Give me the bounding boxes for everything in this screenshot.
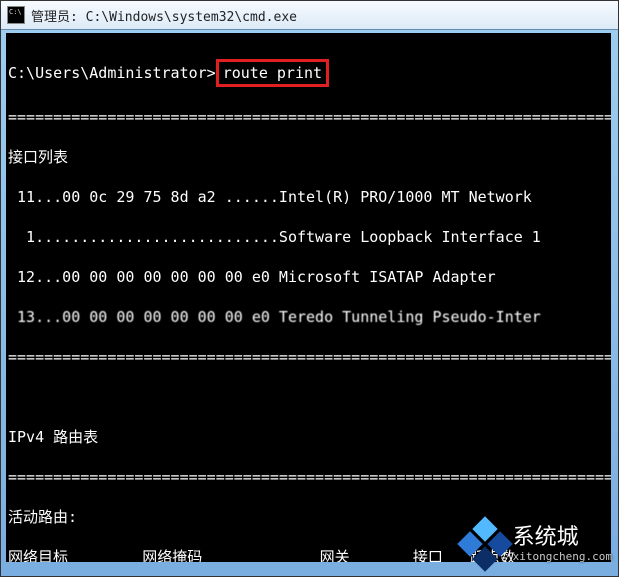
route-headers: 网络目标 网络掩码 网关 接口 跃点数 (8, 547, 611, 562)
interface-row: 11...00 0c 29 75 8d a2 ......Intel(R) PR… (8, 187, 611, 207)
interface-row: 12...00 00 00 00 00 00 00 e0 Microsoft I… (8, 267, 611, 287)
separator: ========================================… (8, 107, 611, 127)
cmd-icon (7, 6, 25, 24)
active-routes-title: 活动路由: (8, 507, 611, 527)
separator: ========================================… (8, 467, 611, 487)
blank-line (8, 387, 611, 407)
title-bar[interactable]: 管理员: C:\Windows\system32\cmd.exe (1, 1, 618, 30)
window-frame: 管理员: C:\Windows\system32\cmd.exe C:\User… (0, 0, 619, 577)
ipv4-title: IPv4 路由表 (8, 427, 611, 447)
interface-list-title: 接口列表 (8, 147, 611, 167)
command-highlight: route print (216, 59, 329, 87)
interface-row: 1...........................Software Loo… (8, 227, 611, 247)
interface-row: 13...00 00 00 00 00 00 00 e0 Teredo Tunn… (8, 307, 611, 327)
separator: ========================================… (8, 347, 611, 367)
prompt-path: C:\Users\Administrator> (8, 64, 216, 82)
prompt-line: C:\Users\Administrator>route print (8, 59, 611, 87)
window-title: 管理员: C:\Windows\system32\cmd.exe (31, 6, 297, 25)
console-output[interactable]: C:\Users\Administrator>route print =====… (6, 33, 611, 562)
